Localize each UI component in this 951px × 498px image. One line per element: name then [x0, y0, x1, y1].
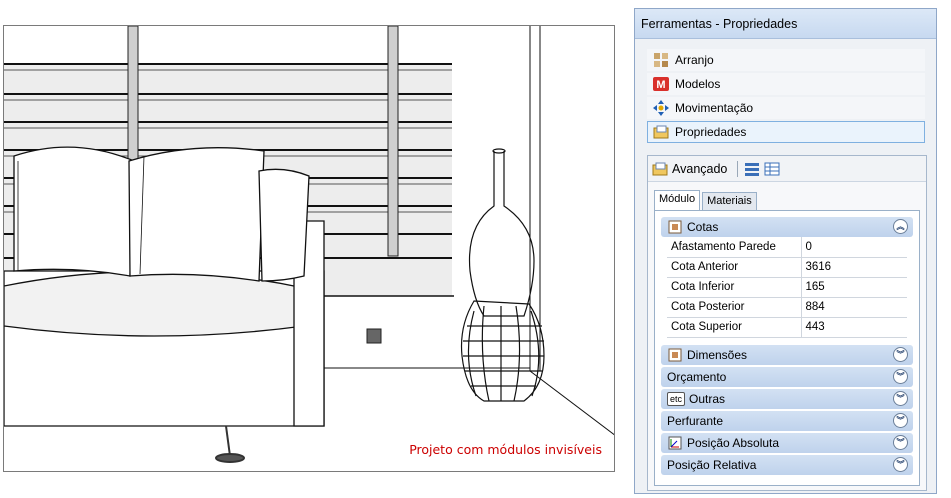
nav-item-label: Movimentação: [675, 101, 754, 115]
section-orcamento[interactable]: Orçamento ︾: [661, 367, 913, 387]
collapse-chevron-icon[interactable]: ︽: [893, 219, 908, 234]
section-label: Cotas: [687, 220, 719, 234]
expand-chevron-icon[interactable]: ︾: [893, 369, 908, 384]
prop-value[interactable]: 884: [801, 297, 907, 318]
section-posicao-relativa[interactable]: Posição Relativa ︾: [661, 455, 913, 475]
expand-chevron-icon[interactable]: ︾: [893, 347, 908, 362]
table-row[interactable]: Cota Anterior 3616: [667, 257, 907, 278]
section-label: Orçamento: [667, 370, 727, 384]
table-row[interactable]: Afastamento Parede 0: [667, 237, 907, 258]
section-label: Perfurante: [667, 414, 724, 428]
arrange-grid-icon: [653, 52, 669, 68]
table-row[interactable]: Cota Superior 443: [667, 317, 907, 338]
prop-key: Cota Superior: [667, 317, 802, 338]
advanced-properties-icon: [652, 161, 668, 177]
nav-item-propriedades[interactable]: Propriedades: [647, 121, 925, 143]
expand-chevron-icon[interactable]: ︾: [893, 391, 908, 406]
table-row[interactable]: Cota Inferior 165: [667, 277, 907, 298]
prop-key: Afastamento Parede: [667, 237, 802, 258]
advanced-label[interactable]: Avançado: [672, 162, 727, 176]
table-view-icon[interactable]: [764, 161, 780, 177]
move-arrows-icon: [653, 100, 669, 116]
nav-item-label: Propriedades: [675, 125, 747, 139]
property-tabs: Módulo Materiais: [654, 190, 759, 210]
section-label: Dimensões: [687, 348, 748, 362]
nav-item-label: Modelos: [675, 77, 721, 91]
prop-key: Cota Posterior: [667, 297, 802, 318]
nav-item-modelos[interactable]: M Modelos: [647, 73, 925, 95]
advanced-frame: Avançado Módulo Materiais Cotas ︽ Afasta…: [647, 155, 927, 491]
properties-folder-icon: [653, 124, 669, 140]
expand-chevron-icon[interactable]: ︾: [893, 413, 908, 428]
nav-item-arranjo[interactable]: Arranjo: [647, 49, 925, 71]
tab-materiais[interactable]: Materiais: [702, 192, 757, 210]
prop-value[interactable]: 443: [801, 317, 907, 338]
prop-key: Cota Anterior: [667, 257, 802, 278]
section-outras[interactable]: etc Outras ︾: [661, 389, 913, 409]
categorized-view-icon[interactable]: [744, 161, 760, 177]
toolbar-separator: [737, 160, 739, 177]
section-perfurante[interactable]: Perfurante ︾: [661, 411, 913, 431]
nav-item-label: Arranjo: [675, 53, 714, 67]
expand-chevron-icon[interactable]: ︾: [893, 435, 908, 450]
prop-value[interactable]: 3616: [801, 257, 907, 278]
cotas-table: Afastamento Parede 0 Cota Anterior 3616 Co…: [667, 237, 907, 338]
section-dimensoes[interactable]: Dimensões ︾: [661, 345, 913, 365]
tab-modulo[interactable]: Módulo: [654, 190, 701, 210]
advanced-toolbar: Avançado: [648, 156, 926, 182]
prop-key: Cota Inferior: [667, 277, 802, 298]
etc-icon: etc: [667, 392, 685, 406]
expand-chevron-icon[interactable]: ︾: [893, 457, 908, 472]
section-label: Posição Relativa: [667, 458, 757, 472]
svg-text:M: M: [656, 79, 665, 91]
section-cotas[interactable]: Cotas ︽: [661, 217, 913, 237]
prop-value[interactable]: 0: [801, 237, 907, 258]
nav-item-movimentacao[interactable]: Movimentação: [647, 97, 925, 119]
scene-sketch: [4, 26, 614, 463]
property-grid: Cotas ︽ Afastamento Parede 0 Cota Anterio…: [654, 210, 920, 486]
render-viewport[interactable]: Projeto com módulos invisíveis: [3, 25, 615, 472]
panel-title: Ferramentas - Propriedades: [635, 9, 936, 39]
table-row[interactable]: Cota Posterior 884: [667, 297, 907, 318]
tools-properties-panel: Ferramentas - Propriedades Arranjo M Mod…: [634, 8, 937, 494]
section-posicao-absoluta[interactable]: Posição Absoluta ︾: [661, 433, 913, 453]
dimension-box-icon: [667, 220, 683, 234]
tool-nav-list: Arranjo M Modelos Movimentação Proprieda…: [647, 49, 925, 145]
section-label: Outras: [689, 392, 726, 406]
models-m-icon: M: [653, 76, 669, 92]
dimension-box-icon: [667, 348, 683, 362]
prop-value[interactable]: 165: [801, 277, 907, 298]
position-axes-icon: [667, 436, 683, 450]
viewport-caption: Projeto com módulos invisíveis: [409, 442, 602, 457]
section-label: Posição Absoluta: [687, 436, 780, 450]
